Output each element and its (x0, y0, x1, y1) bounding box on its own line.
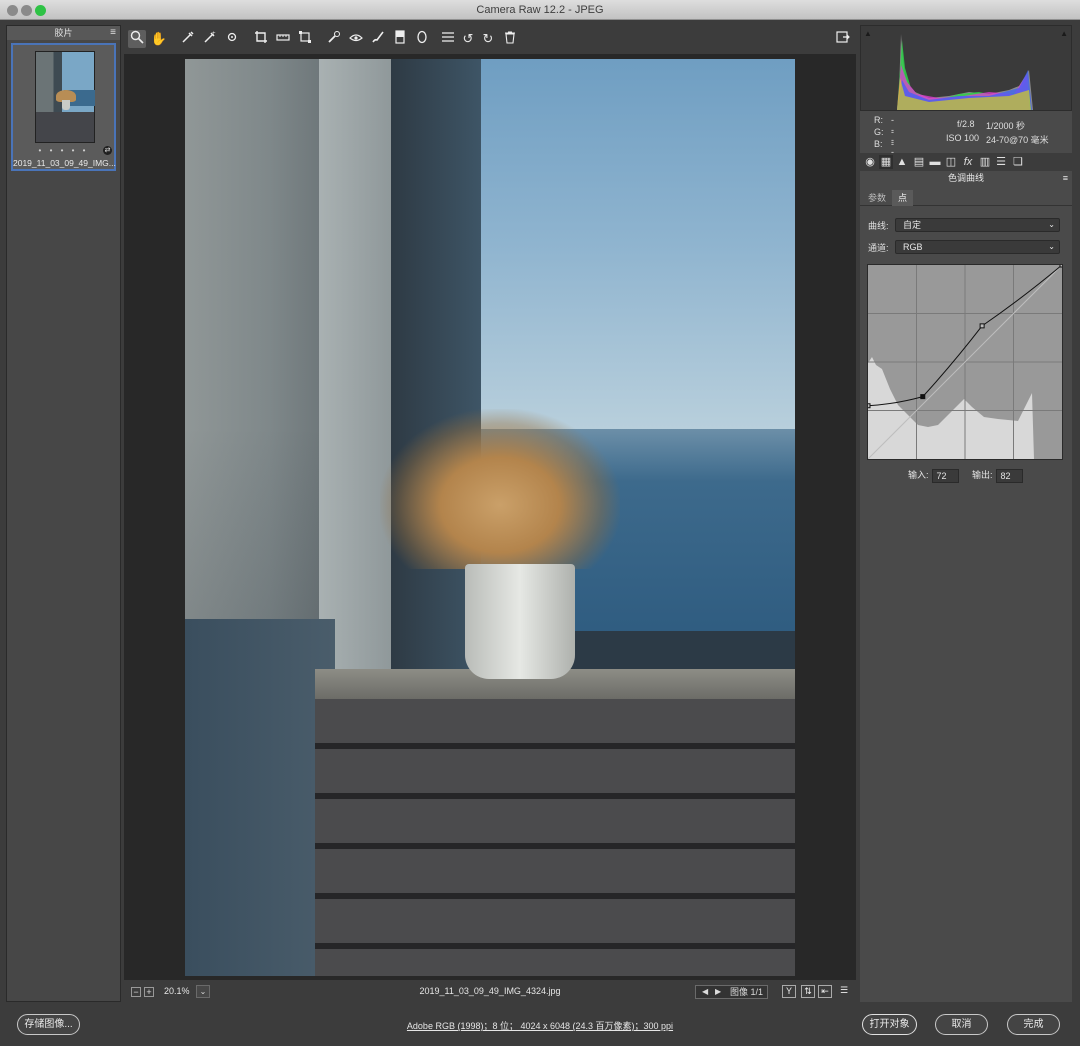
filmstrip-title: 胶片 (54, 28, 73, 38)
white-balance-tool-icon[interactable] (179, 30, 197, 48)
next-image-icon[interactable]: ▶ (715, 986, 721, 998)
title-bar: Camera Raw 12.2 - JPEG (0, 0, 1080, 20)
curve-histogram-backdrop (868, 357, 1034, 459)
panel-tabs: ◉ ▦ ▲ ▤ ▬ ◫ fx ▥ ☰ ❏ (860, 153, 1072, 171)
curve-point[interactable] (865, 403, 871, 409)
zoom-tool-icon[interactable] (128, 30, 146, 48)
targeted-adjustment-tool-icon[interactable] (223, 30, 241, 48)
rgb-readout: R:--- G:--- B:--- f/2.8 1/2000 秒 ISO 100… (860, 112, 1072, 169)
presets-panel-icon[interactable]: ☰ (994, 155, 1008, 169)
transform-tool-icon[interactable] (296, 30, 314, 48)
rating-stars[interactable]: • • • • • (13, 146, 114, 155)
channel-label: 通道: (868, 243, 889, 253)
effects-panel-icon[interactable]: fx (961, 155, 975, 169)
output-field[interactable]: 82 (995, 468, 1023, 483)
filmstrip-thumbnail[interactable]: • • • • • ⇄ 2019_11_03_09_49_IMG... (11, 43, 116, 171)
histogram-graph (897, 34, 1033, 110)
adjustment-brush-icon[interactable] (369, 30, 387, 48)
image-counter: 图像 1/1 (730, 987, 764, 997)
straighten-tool-icon[interactable] (274, 30, 292, 48)
image-preview-area[interactable] (124, 54, 856, 980)
iso-value: ISO 100 (946, 133, 980, 143)
g-label: G: (874, 127, 884, 137)
curve-preset-select[interactable]: 自定 ⌄ (895, 218, 1060, 232)
preview-photo (185, 59, 795, 976)
aperture-value: f/2.8 (957, 119, 975, 129)
b-label: B: (874, 139, 883, 149)
cancel-button[interactable]: 取消 (935, 1014, 988, 1035)
curve-preset-row: 曲线: 自定 ⌄ (868, 218, 1068, 232)
output-label: 输出: (972, 470, 993, 480)
histogram: ▲ ▲ (860, 25, 1072, 111)
input-row: 输入: 72 (908, 468, 959, 483)
channel-row: 通道: RGB ⌄ (868, 240, 1068, 254)
copy-settings-icon[interactable]: ⇤ (818, 985, 832, 998)
bottom-bar: 存储图像... Adobe RGB (1998)；8 位； 4024 x 604… (0, 1003, 1080, 1046)
crop-tool-icon[interactable] (252, 30, 270, 48)
hand-tool-icon[interactable]: ✋ (150, 30, 168, 48)
tone-curve-panel-icon[interactable]: ▦ (879, 155, 893, 169)
preview-status-bar: − + 20.1% ⌄ 2019_11_03_09_49_IMG_4324.jp… (124, 982, 856, 1002)
adjustments-panel: ▲ ▲ R:--- G:--- B:--- f/2.8 1/2000 秒 ISO… (860, 25, 1072, 1002)
panel-menu-icon[interactable]: ≡ (1063, 172, 1068, 185)
graduated-filter-icon[interactable] (391, 30, 409, 48)
basic-panel-icon[interactable]: ◉ (863, 155, 877, 169)
filmstrip-menu-icon[interactable]: ≡ (110, 26, 116, 40)
input-field[interactable]: 72 (931, 468, 959, 483)
open-object-button[interactable]: 打开对象 (862, 1014, 917, 1035)
snapshots-panel-icon[interactable]: ❏ (1011, 155, 1025, 169)
rotate-left-icon[interactable]: ↺ (459, 30, 477, 48)
input-label: 输入: (908, 470, 929, 480)
before-after-view-icon[interactable]: Y (782, 985, 796, 998)
curve-point[interactable] (1059, 262, 1065, 268)
rotate-right-icon[interactable]: ↻ (479, 30, 497, 48)
radial-filter-icon[interactable] (413, 30, 431, 48)
color-sampler-tool-icon[interactable]: + (201, 30, 219, 48)
workflow-options-link[interactable]: Adobe RGB (1998)；8 位； 4024 x 6048 (24.3 … (0, 1019, 1080, 1032)
detail-panel-icon[interactable]: ▲ (895, 155, 909, 169)
chevron-down-icon: ⌄ (1048, 242, 1055, 251)
curve-subtabs: 参数 点 (860, 190, 1072, 206)
split-toning-panel-icon[interactable]: ▬ (928, 155, 942, 169)
view-settings-icon[interactable]: ☰ (837, 985, 851, 998)
done-button[interactable]: 完成 (1007, 1014, 1060, 1035)
svg-text:+: + (212, 31, 216, 37)
panel-title-text: 色调曲线 (947, 173, 984, 183)
image-navigator: ◀ ▶ 图像 1/1 (695, 985, 768, 999)
curve-preset-value: 自定 (903, 220, 922, 230)
shutter-value: 1/2000 秒 (986, 121, 1026, 131)
output-row: 输出: 82 (972, 468, 1023, 483)
swap-before-after-icon[interactable]: ⇅ (801, 985, 815, 998)
filmstrip-panel: 胶片 ≡ • • • • • ⇄ 2019_11_03_09_49_IMG... (6, 25, 121, 1002)
trash-icon[interactable] (501, 30, 519, 48)
hsl-panel-icon[interactable]: ▤ (912, 155, 926, 169)
tab-parametric[interactable]: 参数 (862, 190, 892, 206)
toolbar: ✋ + ↺ ↻ (126, 27, 856, 51)
curve-label: 曲线: (868, 221, 889, 231)
thumbnail-image (35, 51, 95, 143)
curve-point-selected[interactable] (920, 394, 926, 400)
red-eye-tool-icon[interactable] (347, 30, 365, 48)
curve-point[interactable] (979, 323, 985, 329)
channel-value: RGB (903, 242, 923, 252)
camera-calibration-panel-icon[interactable]: ▥ (978, 155, 992, 169)
camera-raw-window: Camera Raw 12.2 - JPEG 胶片 ≡ • • • • • ⇄ … (0, 0, 1080, 1046)
lens-value: 24-70@70 毫米 (986, 135, 1049, 145)
chevron-down-icon: ⌄ (1048, 220, 1055, 229)
panel-title: 色调曲线 ≡ (860, 172, 1072, 185)
r-label: R: (874, 115, 883, 125)
spot-removal-tool-icon[interactable] (325, 30, 343, 48)
tone-curve-graph[interactable] (865, 262, 1065, 460)
adjustments-badge-icon: ⇄ (103, 146, 112, 155)
channel-select[interactable]: RGB ⌄ (895, 240, 1060, 254)
window-title: Camera Raw 12.2 - JPEG (476, 4, 604, 16)
thumbnail-filename: 2019_11_03_09_49_IMG... (13, 158, 116, 168)
fullscreen-toggle-icon[interactable] (834, 30, 852, 48)
previous-image-icon[interactable]: ◀ (702, 986, 708, 998)
tab-point[interactable]: 点 (892, 190, 914, 206)
filmstrip-header: 胶片 ≡ (7, 26, 120, 40)
lens-corrections-panel-icon[interactable]: ◫ (944, 155, 958, 169)
preferences-list-icon[interactable] (439, 30, 457, 48)
